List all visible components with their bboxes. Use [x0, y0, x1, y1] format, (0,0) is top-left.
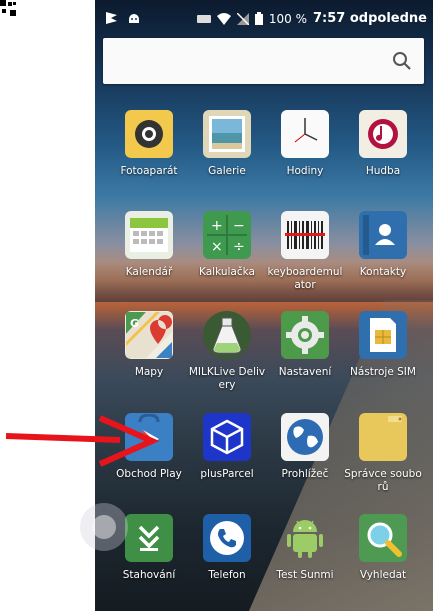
svg-text:×: × — [211, 239, 223, 255]
phone-icon — [203, 514, 251, 562]
svg-text:+: + — [211, 218, 223, 234]
globe-icon — [281, 413, 329, 461]
app-label: Hodiny — [286, 165, 324, 177]
app-music[interactable]: Hudba — [342, 110, 424, 178]
app-label: Galerie — [208, 165, 246, 177]
app-search[interactable]: Vyhledat — [342, 514, 424, 582]
svg-text:÷: ÷ — [233, 239, 245, 255]
app-label: Hudba — [365, 165, 401, 177]
app-label: Prohlížeč — [281, 468, 329, 480]
search-magnifier-icon — [359, 514, 407, 562]
phone-screen: 100 % 7:57 odpoledne Fotoaparát Galerie … — [95, 0, 433, 611]
app-sim-tools[interactable]: Nástroje SIM — [342, 311, 424, 379]
app-settings[interactable]: Nastavení — [264, 311, 346, 379]
keyboard-icon — [196, 14, 211, 23]
app-clock[interactable]: Hodiny — [264, 110, 346, 178]
app-label: Telefon — [208, 569, 246, 581]
app-camera[interactable]: Fotoaparát — [108, 110, 190, 178]
app-label: Fotoaparát — [120, 165, 178, 177]
svg-text:G: G — [130, 317, 139, 330]
android-icon — [281, 514, 329, 562]
wifi-icon — [216, 12, 231, 25]
android-notification-icon — [129, 14, 139, 23]
barcode-icon — [281, 211, 329, 259]
app-label: Kontakty — [359, 266, 407, 278]
app-calendar[interactable]: Kalendář — [108, 211, 190, 279]
app-gallery[interactable]: Galerie — [186, 110, 268, 178]
app-label: Test Sunmi — [276, 569, 334, 581]
app-file-manager[interactable]: Správce souborů — [342, 413, 424, 494]
clock-icon — [281, 110, 329, 158]
sim-card-icon — [359, 311, 407, 359]
app-contacts[interactable]: Kontakty — [342, 211, 424, 279]
app-label: Nástroje SIM — [350, 366, 416, 378]
app-browser[interactable]: Prohlížeč — [264, 413, 346, 481]
parcel-box-icon — [203, 413, 251, 461]
app-calculator[interactable]: + − × ÷ Kalkulačka — [186, 211, 268, 279]
battery-icon — [254, 12, 263, 25]
battery-percent: 100 % — [268, 11, 307, 26]
svg-text:−: − — [233, 218, 245, 234]
clock-time: 7:57 odpoledne — [313, 11, 427, 26]
flag-notification-icon — [106, 12, 117, 24]
app-label: Kalendář — [125, 266, 173, 278]
app-label: keyboardemulator — [267, 266, 343, 291]
app-label: plusParcel — [200, 468, 254, 480]
maps-icon: G — [125, 311, 173, 359]
gallery-icon — [203, 110, 251, 158]
app-keyboardemulator[interactable]: keyboardemulator — [264, 211, 346, 292]
app-phone[interactable]: Telefon — [186, 514, 268, 582]
search-icon[interactable] — [392, 51, 412, 71]
app-label: Správce souborů — [344, 468, 422, 493]
app-label: Nastavení — [278, 366, 332, 378]
flask-icon — [203, 311, 251, 359]
annotation-arrow-icon — [5, 415, 160, 467]
app-label: Kalkulačka — [199, 266, 255, 278]
calendar-icon — [125, 211, 173, 259]
status-bar: 100 % 7:57 odpoledne — [95, 0, 433, 38]
search-bar[interactable] — [103, 38, 424, 84]
app-label: Vyhledat — [359, 569, 407, 581]
calculator-icon: + − × ÷ — [203, 211, 251, 259]
app-label: Mapy — [134, 366, 164, 378]
camera-icon — [125, 110, 173, 158]
download-icon — [125, 514, 173, 562]
folder-icon — [359, 413, 407, 461]
app-milklive-delivery[interactable]: MILKLive Delivery — [186, 311, 268, 392]
app-label: Stahování — [122, 569, 176, 581]
app-test-sunmi[interactable]: Test Sunmi — [264, 514, 346, 582]
settings-gear-icon — [281, 311, 329, 359]
assistive-touch-dot — [92, 515, 116, 539]
app-label: MILKLive Delivery — [188, 366, 266, 391]
qr-code-fragment — [0, 0, 16, 16]
app-plusparcel[interactable]: plusParcel — [186, 413, 268, 481]
app-maps[interactable]: G Mapy — [108, 311, 190, 379]
no-signal-icon — [236, 12, 249, 25]
assistive-touch-button[interactable] — [80, 503, 128, 551]
music-icon — [359, 110, 407, 158]
contacts-icon — [359, 211, 407, 259]
